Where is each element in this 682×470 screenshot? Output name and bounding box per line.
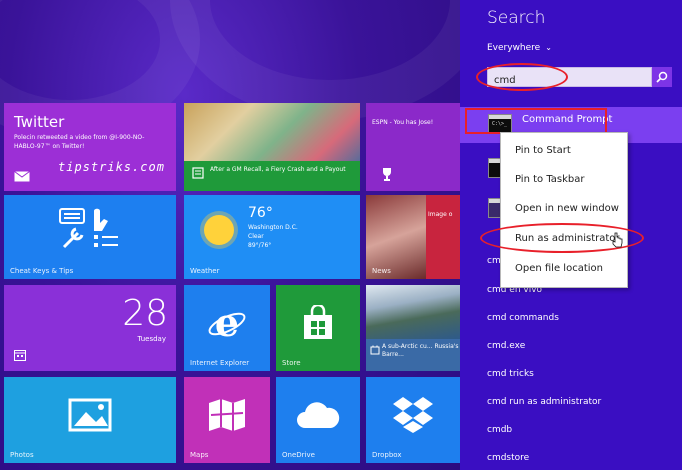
- tile-twitter[interactable]: Twitter Polecin retweeted a video from @…: [4, 103, 176, 191]
- weather-details: Washington D.C. Clear 89°/76°: [248, 223, 298, 250]
- tile-photos[interactable]: Photos: [4, 377, 176, 463]
- mouse-pointer-icon: [612, 232, 623, 248]
- search-box[interactable]: [487, 67, 652, 90]
- weather-condition: Clear: [248, 233, 264, 240]
- sun-icon: [204, 215, 234, 245]
- trophy-icon: [383, 168, 391, 181]
- travel-icon: [370, 345, 380, 355]
- calendar-weekday: Tuesday: [137, 335, 166, 343]
- tile-store[interactable]: Store: [276, 285, 360, 371]
- tile-news-photo[interactable]: After a GM Recall, a Fiery Crash and a P…: [184, 103, 360, 191]
- tile-cheat-keys[interactable]: Cheat Keys & Tips: [4, 195, 176, 279]
- search-scope-dropdown[interactable]: Everywhere ⌄: [487, 43, 552, 53]
- photos-icon: [68, 398, 112, 432]
- result-suggestion[interactable]: cmd run as administrator: [487, 397, 601, 407]
- tile-dropbox[interactable]: Dropbox: [366, 377, 460, 463]
- maps-icon: [209, 398, 245, 431]
- dropbox-icon: [393, 396, 433, 433]
- tile-maps[interactable]: Maps: [184, 377, 270, 463]
- tile-name: News: [372, 267, 391, 275]
- watermark: tipstriks.com: [58, 160, 165, 174]
- result-suggestion[interactable]: cmdstore: [487, 453, 529, 463]
- travel-image: [366, 285, 460, 339]
- search-icon: [656, 71, 668, 83]
- tile-weather[interactable]: 76° Washington D.C. Clear 89°/76° Weathe…: [184, 195, 360, 279]
- menu-item-run-as-administrator[interactable]: Run as administrator: [515, 233, 620, 244]
- menu-item-pin-to-taskbar[interactable]: Pin to Taskbar: [515, 174, 585, 185]
- tile-name: Weather: [190, 267, 220, 275]
- chevron-down-icon: ⌄: [545, 43, 552, 52]
- search-scope-label: Everywhere: [487, 43, 541, 53]
- tile-name: Photos: [10, 451, 34, 459]
- search-input[interactable]: [488, 71, 633, 90]
- tile-calendar[interactable]: 28 Tuesday: [4, 285, 176, 371]
- svg-text:e: e: [215, 303, 239, 343]
- tile-name: Store: [282, 359, 301, 367]
- keyboard-tools-icon: [59, 207, 118, 248]
- calendar-day-number: 28: [122, 293, 168, 334]
- internet-explorer-icon: e: [208, 303, 246, 343]
- tile-internet-explorer[interactable]: e Internet Explorer: [184, 285, 270, 371]
- tile-onedrive[interactable]: OneDrive: [276, 377, 360, 463]
- calendar-icon: [14, 350, 26, 361]
- tile-name: Cheat Keys & Tips: [10, 267, 74, 275]
- weather-range: 89°/76°: [248, 242, 272, 249]
- search-button[interactable]: [652, 67, 672, 87]
- tile-name: Maps: [190, 451, 209, 459]
- menu-item-pin-to-start[interactable]: Pin to Start: [515, 145, 571, 156]
- tile-caption: A sub-Arctic cu... Russia's Barre...: [382, 343, 459, 358]
- tile-news[interactable]: Image o News: [366, 195, 460, 279]
- result-suggestion[interactable]: cmdb: [487, 425, 512, 435]
- tile-name: OneDrive: [282, 451, 315, 459]
- tile-name: Internet Explorer: [190, 359, 250, 367]
- tile-travel[interactable]: A sub-Arctic cu... Russia's Barre...: [366, 285, 460, 371]
- store-bag-icon: [304, 304, 332, 339]
- tile-name: Dropbox: [372, 451, 402, 459]
- mail-icon: [14, 171, 30, 182]
- news-icon: [192, 167, 204, 179]
- weather-city: Washington D.C.: [248, 224, 298, 231]
- search-pane-title: Search: [487, 8, 546, 28]
- tile-caption: After a GM Recall, a Fiery Crash and a P…: [210, 166, 346, 173]
- menu-item-open-in-new-window[interactable]: Open in new window: [515, 203, 619, 214]
- result-suggestion[interactable]: cmd tricks: [487, 369, 534, 379]
- context-menu: Pin to Start Pin to Taskbar Open in new …: [500, 132, 628, 288]
- tile-caption: ESPN - You has Jose!: [372, 119, 434, 126]
- weather-temperature: 76°: [248, 205, 273, 221]
- start-screen: Twitter Polecin retweeted a video from @…: [0, 0, 460, 470]
- tile-caption: Image o: [428, 211, 453, 218]
- annotation-highlight-box: [465, 108, 607, 134]
- result-suggestion[interactable]: cmd commands: [487, 313, 559, 323]
- tile-message: Polecin retweeted a video from @I-900-NO…: [14, 134, 145, 150]
- result-suggestion[interactable]: cmd.exe: [487, 341, 525, 351]
- background-swirl: [170, 0, 460, 120]
- menu-item-open-file-location[interactable]: Open file location: [515, 263, 603, 274]
- cloud-icon: [297, 402, 340, 428]
- news-photo-image: [184, 103, 360, 161]
- tile-espn[interactable]: ESPN - You has Jose!: [366, 103, 460, 191]
- tile-title: Twitter: [14, 113, 65, 131]
